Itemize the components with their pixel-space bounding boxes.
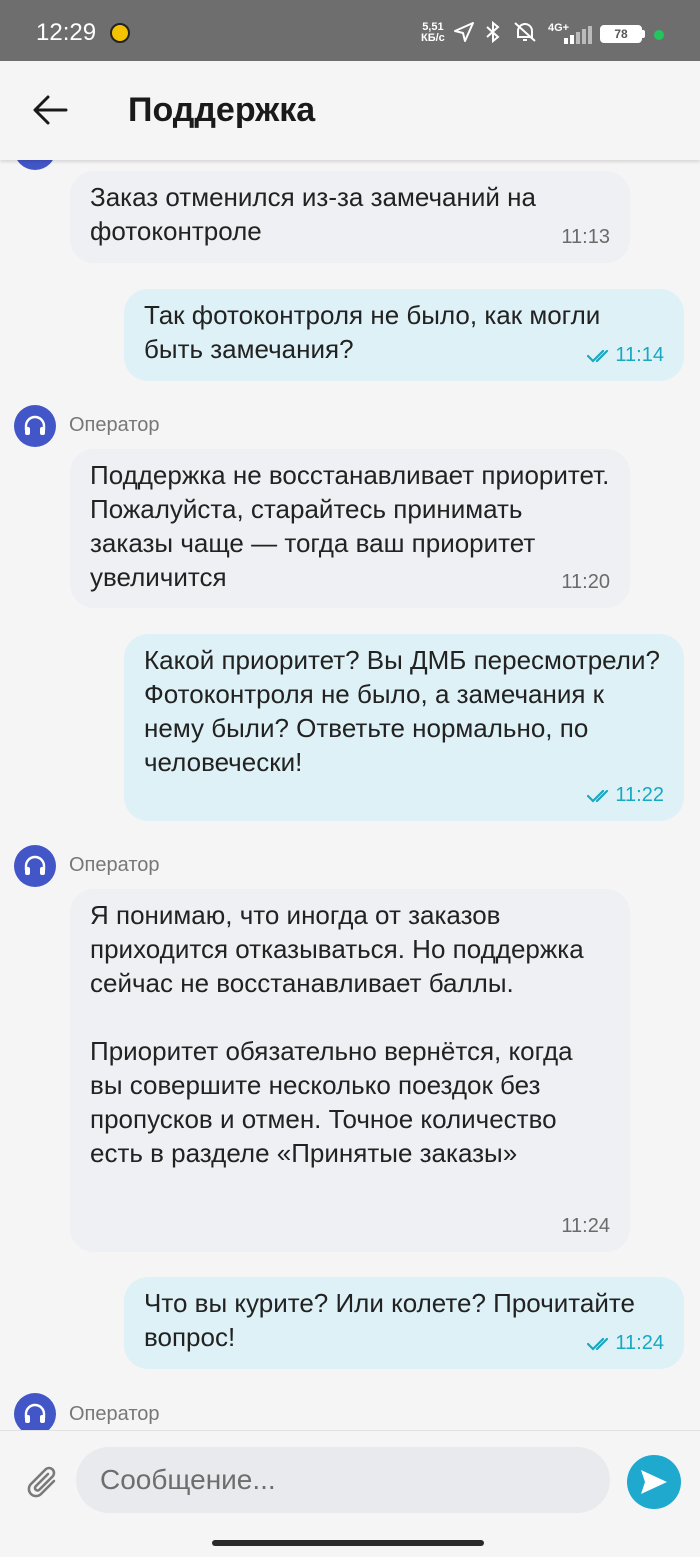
message-input[interactable] (76, 1447, 610, 1513)
message-text: Поддержка не восстанавливает приоритет. … (90, 460, 617, 592)
message-bubble[interactable]: Так фотоконтроля не было, как могли быть… (124, 289, 684, 381)
network-speed: 5,51 КБ/с (421, 22, 445, 44)
page-title: Поддержка (128, 91, 316, 129)
message-bubble[interactable]: Какой приоритет? Вы ДМБ пересмотрели? Фо… (124, 634, 684, 821)
bell-off-icon (514, 22, 536, 42)
double-check-icon (587, 349, 609, 363)
message-time: 11:22 (587, 783, 664, 807)
privacy-indicator (654, 30, 664, 40)
status-time: 12:29 (36, 19, 97, 46)
headset-icon (24, 415, 46, 435)
headset-icon (24, 1403, 46, 1423)
message-time: 11:24 (561, 1215, 610, 1237)
message-time: 11:20 (561, 571, 610, 593)
message-time-value: 11:24 (615, 1332, 664, 1354)
bluetooth-icon (486, 20, 500, 44)
home-indicator[interactable] (212, 1540, 484, 1546)
operator-avatar (14, 405, 56, 447)
sender-name: Оператор (69, 414, 160, 436)
notification-app-icon (110, 23, 130, 43)
chat-messages[interactable]: Заказ отменился из-за замечаний на фоток… (0, 160, 700, 1430)
headset-icon (24, 855, 46, 875)
double-check-icon (587, 789, 609, 803)
network-speed-unit: КБ/с (421, 32, 445, 44)
message-bubble[interactable]: Я понимаю, что иногда от заказов приходи… (70, 889, 630, 1252)
operator-avatar (14, 845, 56, 887)
location-icon (454, 22, 474, 42)
battery-tip (642, 30, 645, 38)
message-time-value: 11:22 (615, 784, 664, 806)
operator-avatar (14, 1393, 56, 1430)
message-time-value: 11:14 (615, 344, 664, 366)
message-time: 11:24 (587, 1331, 664, 1355)
back-arrow-icon[interactable] (32, 94, 68, 126)
signal-icon (564, 26, 592, 44)
sender-name: Оператор (69, 1403, 160, 1425)
battery-icon: 78 (600, 25, 642, 43)
double-check-icon (587, 1337, 609, 1351)
paperclip-icon[interactable] (26, 1463, 62, 1503)
composer (0, 1430, 700, 1557)
message-text: Я понимаю, что иногда от заказов приходи… (90, 900, 584, 1168)
message-text: Так фотоконтроля не было, как могли быть… (144, 300, 608, 364)
message-time: 11:14 (587, 343, 664, 367)
send-button[interactable] (627, 1455, 681, 1509)
message-time: 11:13 (561, 226, 610, 248)
operator-avatar (14, 160, 56, 170)
sender-name: Оператор (69, 854, 160, 876)
send-icon (641, 1470, 667, 1494)
app-header: Поддержка (0, 61, 700, 160)
message-bubble[interactable]: Поддержка не восстанавливает приоритет. … (70, 449, 630, 608)
message-text: Заказ отменился из-за замечаний на фоток… (90, 182, 544, 246)
message-bubble[interactable]: Заказ отменился из-за замечаний на фоток… (70, 171, 630, 263)
message-text: Что вы курите? Или колете? Прочитайте во… (144, 1288, 643, 1352)
message-text: Какой приоритет? Вы ДМБ пересмотрели? Фо… (144, 645, 668, 777)
message-bubble[interactable]: Что вы курите? Или колете? Прочитайте во… (124, 1277, 684, 1369)
status-bar: 12:29 5,51 КБ/с 4G+ 78 (0, 0, 700, 61)
